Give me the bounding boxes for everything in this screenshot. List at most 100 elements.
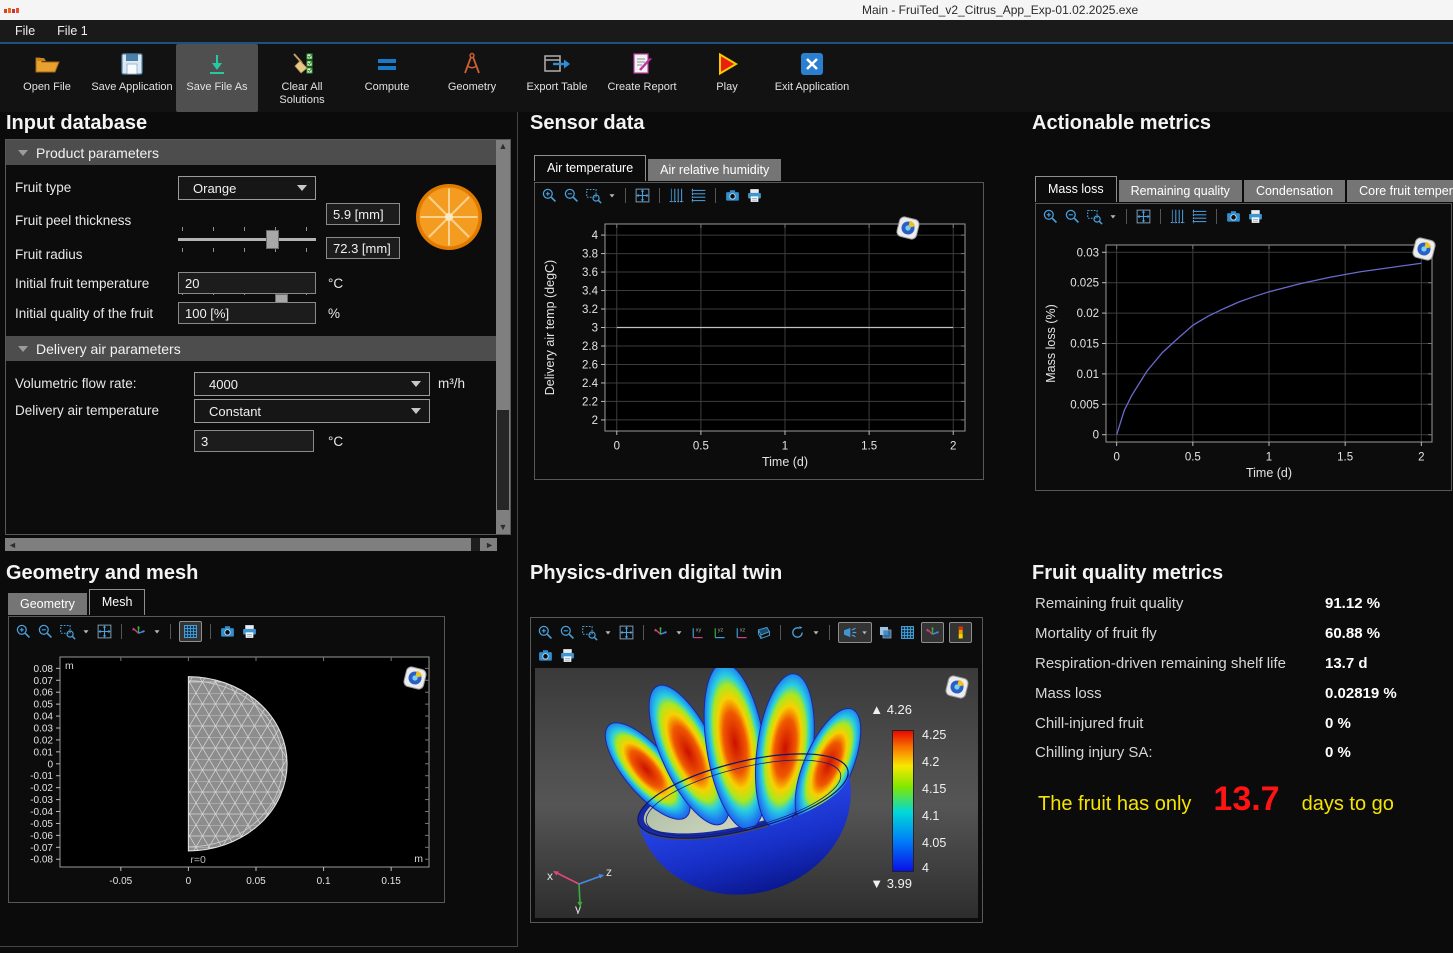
tab-geometry[interactable]: Geometry	[8, 593, 87, 615]
tab-core-fruit-temperature[interactable]: Core fruit temperature	[1347, 180, 1453, 202]
tab-mesh[interactable]: Mesh	[89, 589, 146, 615]
peel-thickness-value-field[interactable]	[326, 203, 400, 225]
fruit-radius-value-field[interactable]	[326, 237, 400, 259]
print-icon[interactable]	[1247, 208, 1264, 225]
zoom-extents-icon[interactable]	[1135, 208, 1152, 225]
zoom-out-icon[interactable]	[563, 187, 580, 204]
print-icon[interactable]	[746, 187, 763, 204]
scene-light-button[interactable]	[838, 622, 872, 643]
axes-icon	[924, 624, 941, 641]
axis-orientation-icon[interactable]	[130, 623, 147, 640]
menu-file1[interactable]: File 1	[48, 22, 97, 40]
play-button[interactable]: Play	[686, 44, 768, 112]
peel-thickness-slider[interactable]	[178, 225, 316, 255]
y-axis-grid-icon[interactable]	[1169, 208, 1186, 225]
svg-text:Delivery air temp (degC): Delivery air temp (degC)	[543, 260, 557, 395]
open-file-button[interactable]: Open File	[6, 44, 88, 112]
svg-text:3.6: 3.6	[582, 267, 598, 279]
compute-button[interactable]: Compute	[346, 44, 428, 112]
geometry-button[interactable]: Geometry	[431, 44, 513, 112]
zoom-in-icon[interactable]	[1042, 208, 1059, 225]
perspective-icon[interactable]	[755, 624, 772, 641]
scroll-down-arrow[interactable]: ▼	[496, 522, 510, 533]
export-table-button[interactable]: Export Table	[516, 44, 598, 112]
snapshot-icon[interactable]	[724, 187, 741, 204]
axes-toggle-button[interactable]	[921, 622, 944, 643]
zoom-box-icon[interactable]	[581, 624, 598, 641]
print-icon[interactable]	[241, 623, 258, 640]
zoom-box-icon[interactable]	[59, 623, 76, 640]
snapshot-icon[interactable]	[1225, 208, 1242, 225]
zoom-extents-icon[interactable]	[634, 187, 651, 204]
clear-all-solutions-button[interactable]: Clear All Solutions	[261, 44, 343, 112]
menu-file[interactable]: File	[6, 22, 44, 40]
y-axis-grid-icon[interactable]	[668, 187, 685, 204]
view-xz-icon[interactable]	[733, 624, 750, 641]
mesh-plot-canvas[interactable]: r=0-0.0500.050.10.150.080.070.060.050.04…	[14, 649, 438, 897]
zoom-out-icon[interactable]	[37, 623, 54, 640]
zoom-out-icon[interactable]	[1064, 208, 1081, 225]
massloss-chart-canvas[interactable]: 00.511.5200.0050.010.0150.020.0250.03Tim…	[1040, 232, 1446, 486]
section-product-parameters[interactable]: Product parameters	[6, 140, 510, 165]
scroll-left-arrow[interactable]: ◄	[8, 540, 17, 550]
delivery-temp-dropdown[interactable]: Constant	[194, 399, 430, 423]
create-report-button[interactable]: Create Report	[601, 44, 683, 112]
snapshot-icon[interactable]	[537, 647, 554, 664]
axis-orientation-icon[interactable]	[652, 624, 669, 641]
digital-twin-viewport[interactable]: ▲ 4.26 4.25 4.2 4.15 4.1 4.05 4 ▼ 3.99 x…	[535, 668, 978, 918]
tab-condensation[interactable]: Condensation	[1244, 180, 1345, 202]
slider-thumb[interactable]	[266, 230, 279, 249]
column-divider[interactable]	[517, 112, 518, 947]
zoom-in-icon[interactable]	[541, 187, 558, 204]
initial-temp-field[interactable]	[178, 272, 316, 294]
vertical-scrollbar[interactable]: ▲ ▼	[496, 140, 510, 534]
zoom-box-icon[interactable]	[1086, 208, 1103, 225]
save-file-as-button[interactable]: Save File As	[176, 44, 258, 112]
flow-rate-dropdown[interactable]: 4000	[194, 372, 430, 396]
print-icon[interactable]	[559, 647, 576, 664]
scroll-up-arrow[interactable]: ▲	[496, 141, 510, 152]
zoom-in-icon[interactable]	[537, 624, 554, 641]
sensor-plot-toolbar	[535, 183, 983, 208]
svg-text:0.02: 0.02	[1077, 308, 1099, 320]
zoom-box-icon[interactable]	[585, 187, 602, 204]
view-yz-icon[interactable]	[711, 624, 728, 641]
exit-application-button[interactable]: Exit Application	[771, 44, 853, 112]
snapshot-icon[interactable]	[219, 623, 236, 640]
horizontal-scrollbar[interactable]: ◄ ►	[5, 538, 497, 551]
scrollbar-thumb[interactable]	[497, 410, 509, 510]
chevron-down-icon[interactable]	[603, 624, 613, 641]
chevron-down-icon[interactable]	[811, 624, 821, 641]
chevron-down-icon[interactable]	[81, 623, 91, 640]
zoom-in-icon[interactable]	[15, 623, 32, 640]
transparency-icon[interactable]	[877, 624, 894, 641]
x-axis-grid-icon[interactable]	[1191, 208, 1208, 225]
scroll-right-arrow[interactable]: ►	[485, 540, 494, 550]
section-delivery-air-parameters[interactable]: Delivery air parameters	[6, 336, 496, 361]
grid-icon[interactable]	[899, 624, 916, 641]
fruit-type-dropdown[interactable]: Orange	[178, 176, 316, 200]
delivery-temp-value-field[interactable]	[194, 430, 314, 452]
zoom-out-icon[interactable]	[559, 624, 576, 641]
chevron-down-icon[interactable]	[1108, 208, 1118, 225]
initial-quality-field[interactable]	[178, 302, 316, 324]
grid-toggle-button[interactable]	[179, 621, 202, 642]
view-xy-icon[interactable]	[689, 624, 706, 641]
app-logo-icon	[4, 3, 20, 21]
save-application-button[interactable]: Save Application	[91, 44, 173, 112]
sensor-chart-canvas[interactable]: 00.511.5222.22.42.62.833.23.43.63.84Time…	[539, 211, 979, 475]
chevron-down-icon[interactable]	[607, 187, 617, 204]
zoom-extents-icon[interactable]	[618, 624, 635, 641]
zoom-extents-icon[interactable]	[96, 623, 113, 640]
tab-air-temperature[interactable]: Air temperature	[534, 155, 646, 181]
chevron-down-icon[interactable]	[674, 624, 684, 641]
chevron-down-icon	[411, 381, 421, 387]
chevron-down-icon[interactable]	[152, 623, 162, 640]
tab-air-relative-humidity[interactable]: Air relative humidity	[648, 159, 781, 181]
scrollbar-thumb[interactable]	[471, 538, 480, 551]
tab-remaining-quality[interactable]: Remaining quality	[1119, 180, 1242, 202]
x-axis-grid-icon[interactable]	[690, 187, 707, 204]
colorbar-toggle-button[interactable]	[949, 622, 972, 643]
rotate-icon[interactable]	[789, 624, 806, 641]
tab-mass-loss[interactable]: Mass loss	[1035, 176, 1117, 202]
